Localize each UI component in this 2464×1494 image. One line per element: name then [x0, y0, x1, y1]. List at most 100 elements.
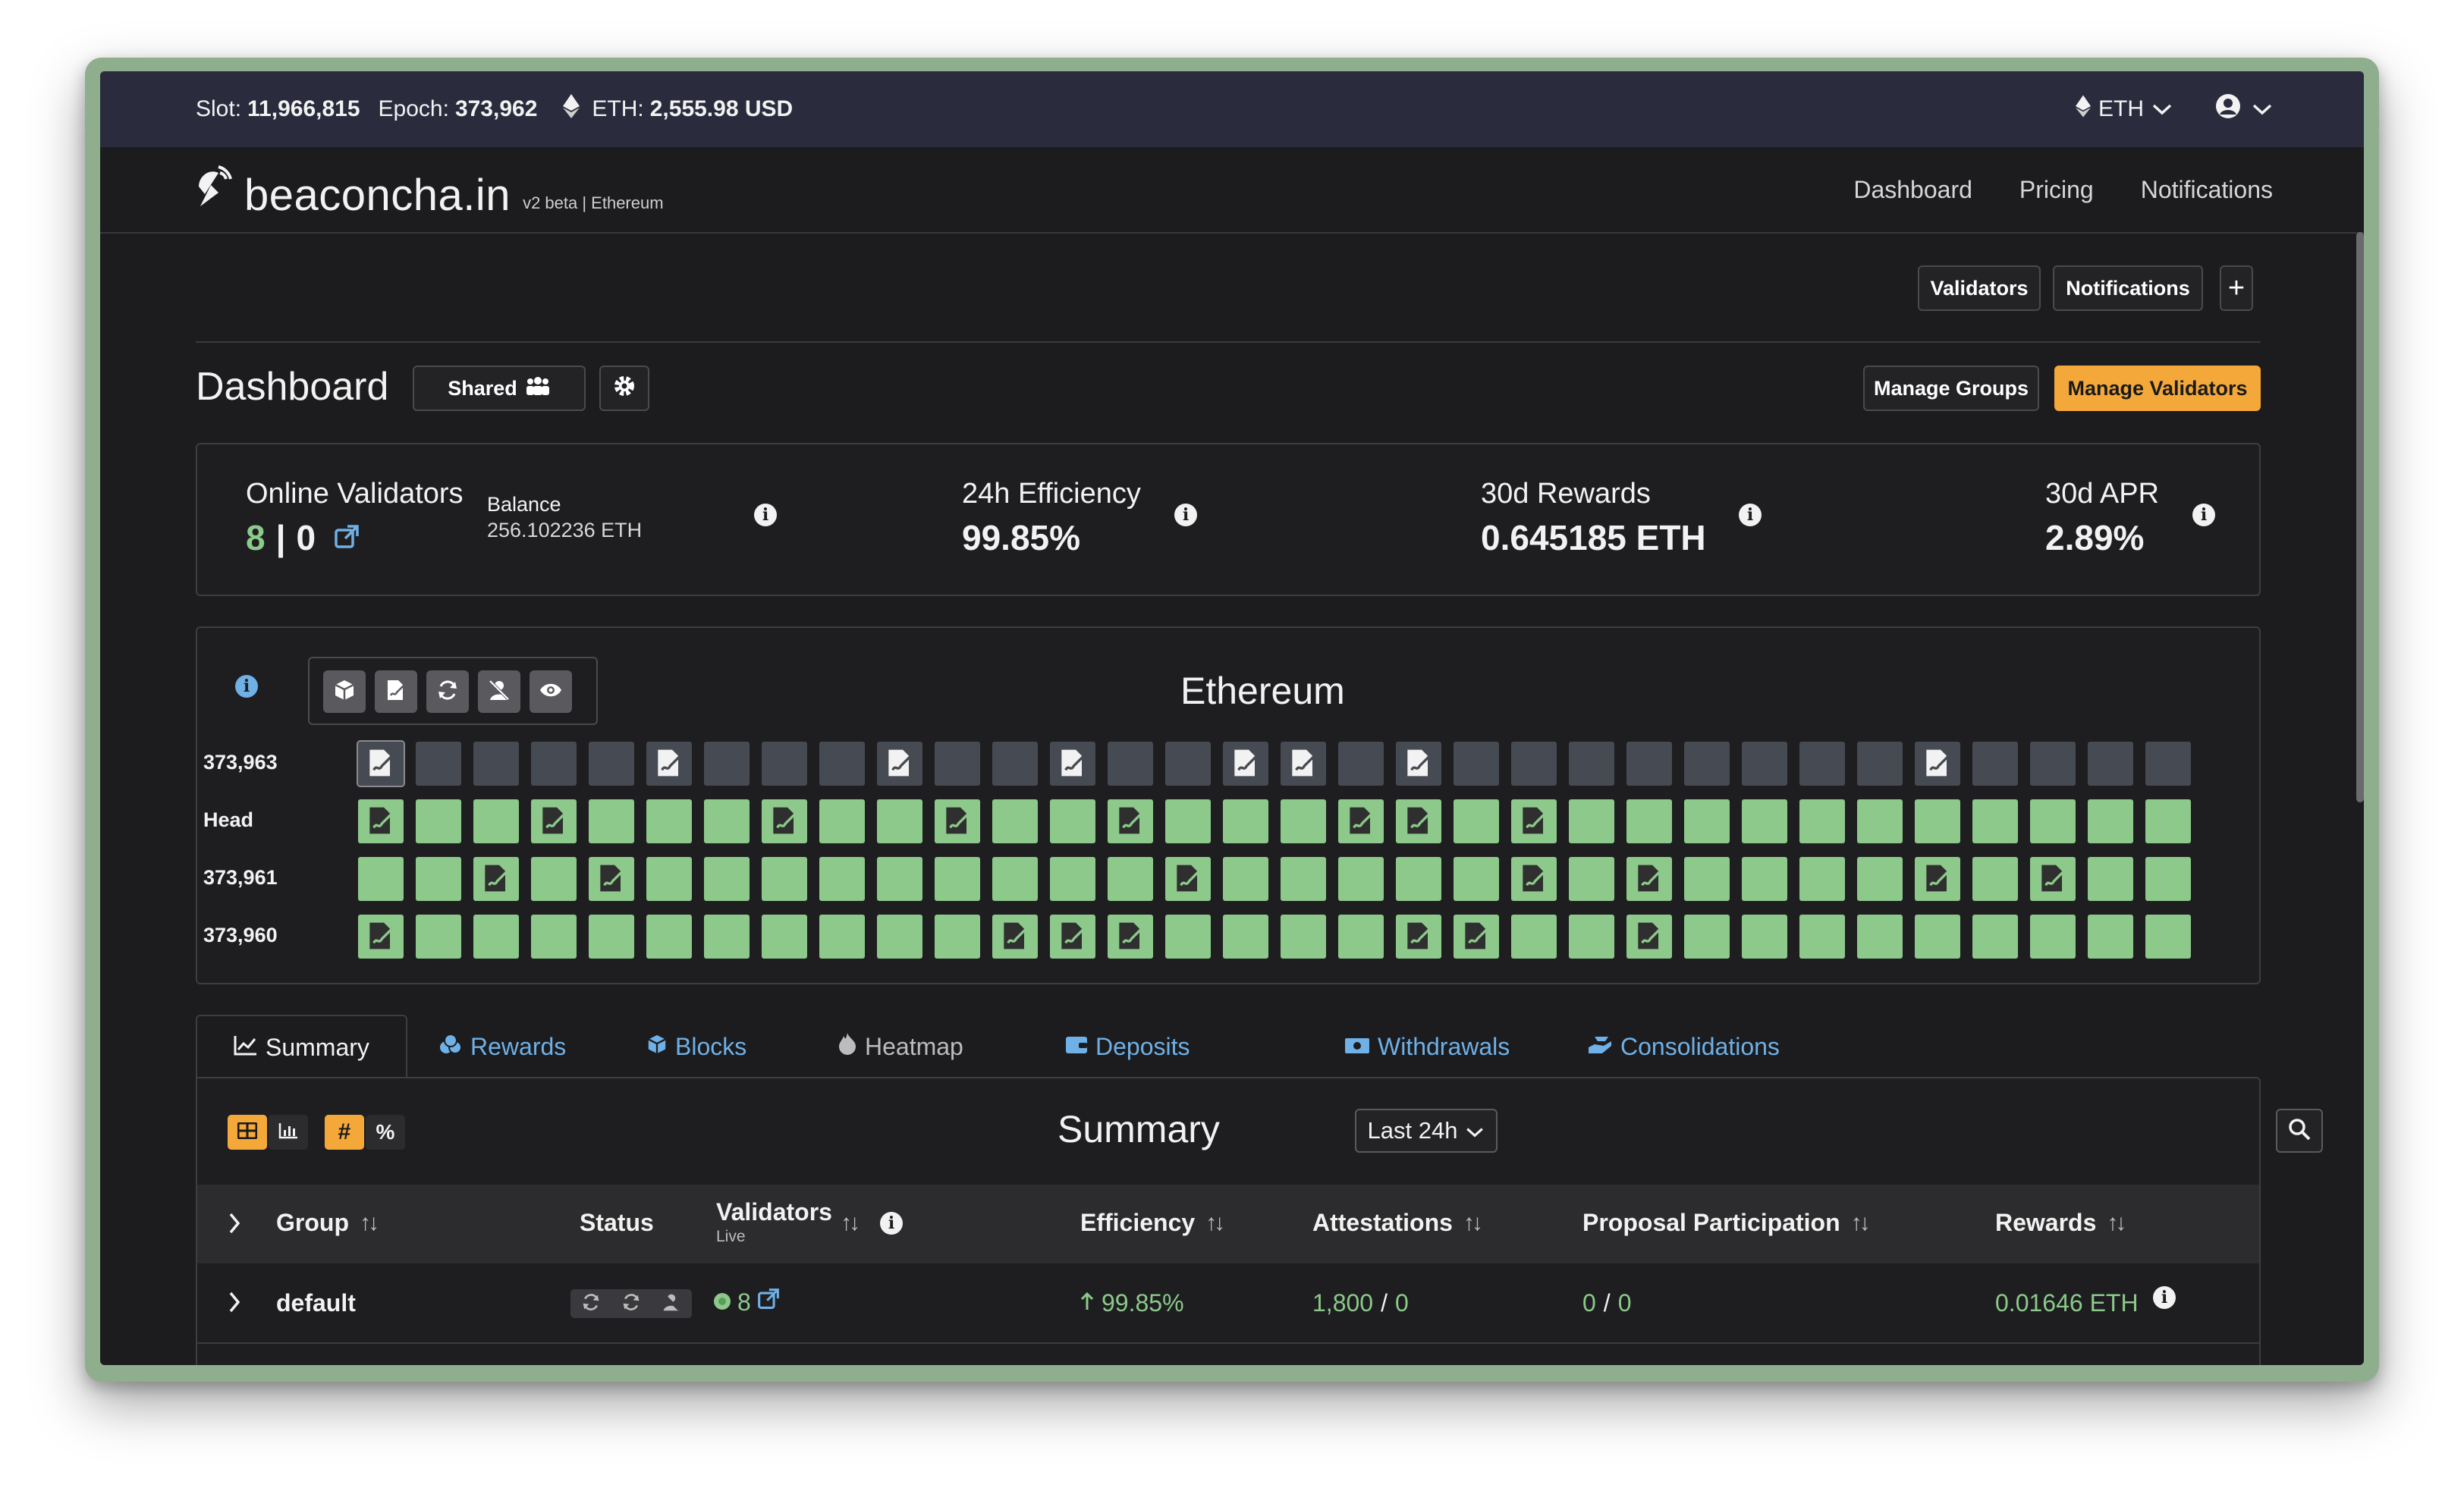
epoch-info-icon[interactable]: i	[235, 675, 258, 698]
slot-cell[interactable]	[1050, 857, 1095, 901]
view-toggle-chart[interactable]	[269, 1115, 308, 1150]
slot-cell[interactable]	[589, 799, 634, 843]
slot-cell[interactable]	[1569, 799, 1614, 843]
notifications-button[interactable]: Notifications	[2053, 265, 2203, 311]
column-rewards[interactable]: Rewards ↑↓	[1995, 1209, 2126, 1237]
slot-cell[interactable]	[1050, 915, 1095, 959]
slot-cell[interactable]	[1972, 915, 2018, 959]
slot-cell[interactable]	[1684, 857, 1730, 901]
slot-cell[interactable]	[473, 742, 519, 786]
slot-cell[interactable]	[819, 742, 865, 786]
currency-selector[interactable]: ETH	[2076, 95, 2173, 124]
slot-cell[interactable]	[762, 799, 807, 843]
slot-cell[interactable]	[1338, 915, 1384, 959]
time-range-select[interactable]: Last 24h	[1355, 1109, 1498, 1153]
slot-cell[interactable]	[1569, 915, 1614, 959]
efficiency-info-icon[interactable]: i	[1174, 504, 1197, 526]
slot-cell[interactable]	[992, 915, 1038, 959]
balance-info-icon[interactable]: i	[754, 504, 777, 526]
slot-cell[interactable]	[1338, 857, 1384, 901]
slot-cell[interactable]	[1396, 742, 1441, 786]
manage-validators-button[interactable]: Manage Validators	[2054, 366, 2261, 411]
slot-cell[interactable]	[992, 799, 1038, 843]
slot-cell[interactable]	[2030, 742, 2076, 786]
slot-cell[interactable]	[1626, 799, 1672, 843]
slot-cell[interactable]	[1223, 742, 1268, 786]
slot-cell[interactable]	[1742, 799, 1787, 843]
validators-info-icon[interactable]: i	[880, 1212, 903, 1235]
slot-cell[interactable]	[1165, 857, 1211, 901]
slot-cell[interactable]	[473, 799, 519, 843]
slot-cell[interactable]	[1915, 857, 1960, 901]
slot-cell[interactable]	[2088, 915, 2133, 959]
validators-button[interactable]: Validators	[1918, 265, 2041, 311]
slot-cell[interactable]	[1742, 915, 1787, 959]
slot-cell[interactable]	[1223, 857, 1268, 901]
slot-cell[interactable]	[1454, 857, 1499, 901]
slot-cell[interactable]	[935, 857, 980, 901]
slot-cell[interactable]	[877, 799, 922, 843]
table-row[interactable]: default 8 99.85% 1,800 / 0 0 / 0 0.01646…	[197, 1263, 2259, 1344]
slot-cell[interactable]	[646, 915, 692, 959]
slot-cell[interactable]	[1972, 857, 2018, 901]
slot-cell[interactable]	[877, 915, 922, 959]
slot-cell[interactable]	[2030, 799, 2076, 843]
slot-cell[interactable]	[358, 857, 404, 901]
slot-cell[interactable]	[1281, 742, 1326, 786]
slot-cell[interactable]	[1454, 799, 1499, 843]
rewards-info-icon[interactable]: i	[1739, 504, 1762, 526]
user-menu[interactable]	[2215, 93, 2273, 125]
slot-cell[interactable]	[646, 799, 692, 843]
filter-slashing-button[interactable]	[478, 670, 520, 713]
slot-cell[interactable]	[819, 857, 865, 901]
slot-cell[interactable]	[1511, 799, 1557, 843]
expand-all-chevron-icon[interactable]	[228, 1212, 241, 1238]
sort-icon[interactable]: ↑↓	[841, 1210, 860, 1236]
slot-cell[interactable]	[1626, 915, 1672, 959]
slot-cell[interactable]	[877, 857, 922, 901]
shared-button[interactable]: Shared	[413, 366, 586, 411]
view-toggle-table[interactable]	[228, 1115, 267, 1150]
slot-cell[interactable]	[531, 857, 577, 901]
online-validators-count[interactable]: 8 | 0	[246, 517, 360, 558]
slot-cell[interactable]	[1684, 799, 1730, 843]
slot-cell[interactable]	[762, 915, 807, 959]
slot-cell[interactable]	[1396, 915, 1441, 959]
slot-cell[interactable]	[1281, 915, 1326, 959]
slot-cell[interactable]	[416, 857, 461, 901]
value-toggle-absolute[interactable]: #	[325, 1115, 364, 1150]
search-button[interactable]	[2276, 1109, 2323, 1153]
slot-cell[interactable]	[1799, 915, 1845, 959]
slot-cell[interactable]	[992, 742, 1038, 786]
slot-cell[interactable]	[2030, 857, 2076, 901]
slot-cell[interactable]	[935, 742, 980, 786]
nav-link-dashboard[interactable]: Dashboard	[1853, 176, 1972, 204]
slot-cell[interactable]	[1281, 857, 1326, 901]
slot-cell[interactable]	[1108, 799, 1153, 843]
value-toggle-percent[interactable]: %	[366, 1115, 405, 1150]
slot-cell[interactable]	[1108, 915, 1153, 959]
slot-cell[interactable]	[1684, 915, 1730, 959]
column-efficiency[interactable]: Efficiency ↑↓	[1080, 1209, 1225, 1237]
filter-view-button[interactable]	[530, 670, 572, 713]
slot-cell[interactable]	[531, 915, 577, 959]
slot-cell[interactable]	[1857, 799, 1903, 843]
tab-withdrawals[interactable]: Withdrawals	[1344, 1015, 1510, 1078]
slot-cell[interactable]	[473, 857, 519, 901]
tab-summary[interactable]: Summary	[196, 1015, 407, 1078]
tab-blocks[interactable]: Blocks	[646, 1015, 746, 1078]
settings-button[interactable]	[599, 366, 649, 411]
rewards-row-info-icon[interactable]: i	[2153, 1286, 2176, 1309]
slot-cell[interactable]	[1396, 799, 1441, 843]
tab-heatmap[interactable]: Heatmap	[838, 1015, 963, 1078]
slot-cell[interactable]	[531, 799, 577, 843]
slot-cell[interactable]	[1165, 915, 1211, 959]
slot-cell[interactable]	[646, 742, 692, 786]
slot-cell[interactable]	[358, 915, 404, 959]
slot-cell[interactable]	[2145, 857, 2191, 901]
slot-cell[interactable]	[704, 742, 750, 786]
tab-consolidations[interactable]: Consolidations	[1587, 1015, 1780, 1078]
slot-cell[interactable]	[877, 742, 922, 786]
slot-cell[interactable]	[935, 799, 980, 843]
slot-cell[interactable]	[2030, 915, 2076, 959]
